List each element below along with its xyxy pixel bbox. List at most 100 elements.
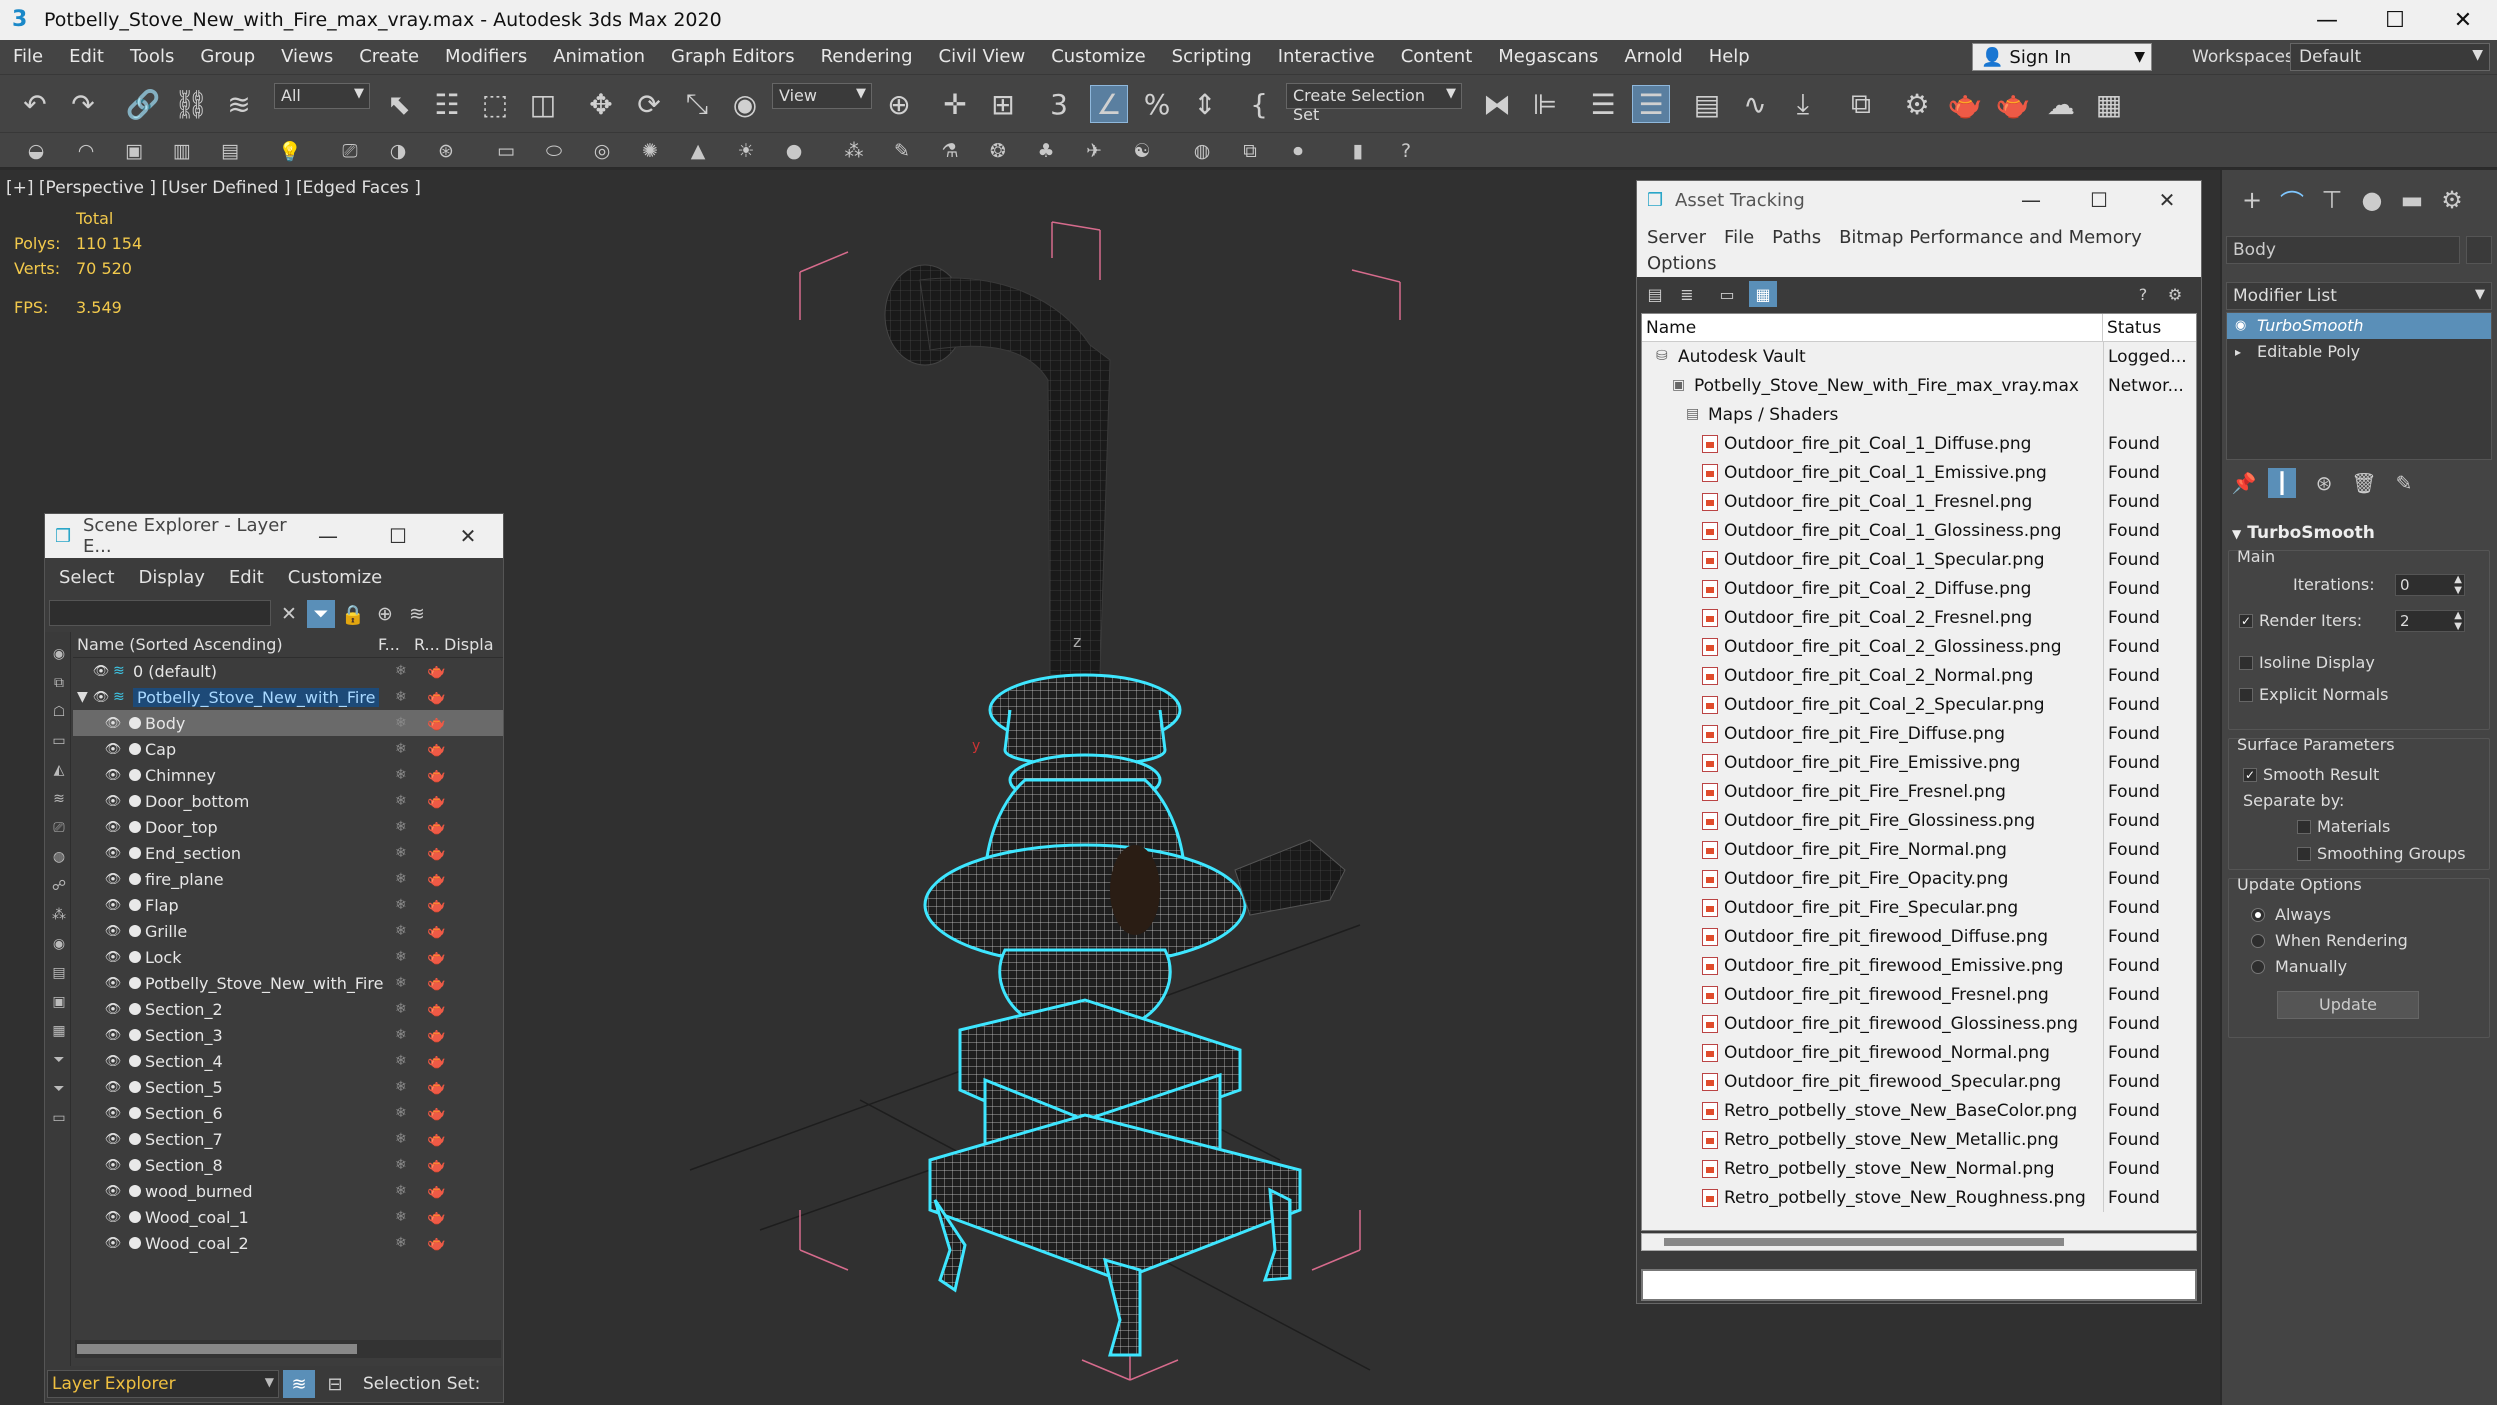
help-icon[interactable]: ? bbox=[2129, 281, 2157, 307]
object-row[interactable]: 👁 Chimney ❄ 🫖 bbox=[73, 762, 503, 788]
renderable-teapot-icon[interactable]: 🫖 bbox=[427, 1000, 446, 1018]
explicit-normals-checkbox[interactable] bbox=[2239, 688, 2253, 702]
object-name-field[interactable]: Body bbox=[2226, 236, 2460, 264]
asset-row[interactable]: Outdoor_fire_pit_Fire_Normal.png Found bbox=[1642, 835, 2196, 864]
scene-explorer-hscrollbar[interactable] bbox=[75, 1340, 501, 1358]
renderable-teapot-icon[interactable]: 🫖 bbox=[427, 896, 446, 914]
explorer-filter-icon[interactable]: ☍ bbox=[49, 876, 69, 896]
explorer-filter-icon[interactable]: ▭ bbox=[49, 731, 69, 751]
sign-in-dropdown[interactable]: 👤 Sign In ▼ bbox=[1972, 43, 2152, 71]
freeze-icon[interactable]: ❄ bbox=[395, 845, 407, 861]
menu-group[interactable]: Group bbox=[187, 40, 268, 74]
asset-row[interactable]: Outdoor_fire_pit_Coal_1_Fresnel.png Found bbox=[1642, 487, 2196, 516]
renderable-teapot-icon[interactable]: 🫖 bbox=[427, 870, 446, 888]
at-maximize-button[interactable]: ☐ bbox=[2065, 188, 2133, 212]
remove-modifier-icon[interactable]: 🗑 bbox=[2350, 468, 2378, 498]
menu-help[interactable]: Help bbox=[1696, 40, 1763, 74]
vray-plane-icon[interactable]: ▭ bbox=[492, 137, 520, 165]
box-shape-icon[interactable]: ▣ bbox=[120, 137, 148, 165]
explorer-filter-icon[interactable]: ◭ bbox=[49, 760, 69, 780]
explorer-filter-icon[interactable]: ⧉ bbox=[49, 673, 69, 693]
asset-row[interactable]: Outdoor_fire_pit_firewood_Fresnel.png Fou… bbox=[1642, 980, 2196, 1009]
asset-row[interactable]: Outdoor_fire_pit_Fire_Glossiness.png Foun… bbox=[1642, 806, 2196, 835]
layers-icon[interactable]: ≋ bbox=[403, 600, 431, 628]
freeze-icon[interactable]: ❄ bbox=[395, 1053, 407, 1069]
object-row[interactable]: 👁 Wood_coal_2 ❄ 🫖 bbox=[73, 1230, 503, 1256]
curve-editor-icon[interactable]: ∿ bbox=[1736, 85, 1774, 123]
object-row[interactable]: 👁 Door_top ❄ 🫖 bbox=[73, 814, 503, 840]
show-end-result-icon[interactable]: ┃ bbox=[2268, 468, 2296, 498]
selection-filter-select[interactable]: All ▼ bbox=[274, 83, 370, 109]
visibility-eye-icon[interactable]: 👁 bbox=[103, 1054, 123, 1069]
decal-icon[interactable]: ✈ bbox=[1080, 137, 1108, 165]
angle-snap-icon[interactable]: ∠ bbox=[1090, 85, 1128, 123]
visibility-eye-icon[interactable]: 👁 bbox=[91, 664, 111, 679]
object-row[interactable]: 👁 Flap ❄ 🫖 bbox=[73, 892, 503, 918]
stack-item-turbosmooth[interactable]: ◉ TurboSmooth bbox=[2227, 313, 2491, 339]
pin-stack-icon[interactable]: 📌 bbox=[2230, 468, 2258, 498]
menu-tools[interactable]: Tools bbox=[117, 40, 187, 74]
vray-sphere-icon[interactable]: ⬭ bbox=[540, 137, 568, 165]
renderable-teapot-icon[interactable]: 🫖 bbox=[427, 766, 446, 784]
frame-buffer-icon[interactable]: ⧉ bbox=[1236, 137, 1264, 165]
object-row[interactable]: 👁 fire_plane ❄ 🫖 bbox=[73, 866, 503, 892]
rendered-frame-window-icon[interactable]: 🫖 bbox=[1946, 85, 1984, 123]
at-menu-paths[interactable]: Paths bbox=[1772, 225, 1821, 251]
close-button[interactable]: ✕ bbox=[2429, 0, 2497, 40]
menu-content[interactable]: Content bbox=[1388, 40, 1486, 74]
explorer-filter-icon[interactable]: ◍ bbox=[49, 847, 69, 867]
toggle-scene-explorer-icon[interactable]: ☰ bbox=[1584, 85, 1622, 123]
visibility-eye-icon[interactable]: 👁 bbox=[103, 976, 123, 991]
visibility-eye-icon[interactable]: 👁 bbox=[103, 1106, 123, 1121]
asset-row[interactable]: Outdoor_fire_pit_Coal_1_Diffuse.png Found bbox=[1642, 429, 2196, 458]
renderable-teapot-icon[interactable]: 🫖 bbox=[427, 740, 446, 758]
at-minimize-button[interactable]: — bbox=[1997, 188, 2065, 212]
toggle-ribbon-icon[interactable]: ▤ bbox=[1688, 85, 1726, 123]
renderable-teapot-icon[interactable]: 🫖 bbox=[427, 922, 446, 940]
at-menu-server[interactable]: Server bbox=[1647, 225, 1706, 251]
render-iters-checkbox[interactable]: ✓ bbox=[2239, 614, 2253, 628]
freeze-icon[interactable]: ❄ bbox=[395, 1105, 407, 1121]
plane-shape-icon[interactable]: ▤ bbox=[216, 137, 244, 165]
select-manipulate-icon[interactable]: ✛ bbox=[936, 85, 974, 123]
freeze-icon[interactable]: ❄ bbox=[395, 949, 407, 965]
render-production-icon[interactable]: 🫖 bbox=[1994, 85, 2032, 123]
explorer-filter-icon[interactable]: ⏷ bbox=[49, 1050, 69, 1070]
visibility-eye-icon[interactable]: 👁 bbox=[103, 950, 123, 965]
se-minimize-button[interactable]: — bbox=[293, 524, 363, 548]
object-row[interactable]: 👁 Cap ❄ 🫖 bbox=[73, 736, 503, 762]
explorer-filter-icon[interactable]: ▣ bbox=[49, 992, 69, 1012]
rectangular-selection-icon[interactable]: ⬚ bbox=[476, 85, 514, 123]
reference-coordinate-select[interactable]: View ▼ bbox=[772, 83, 872, 109]
se-menu-select[interactable]: Select bbox=[59, 567, 115, 588]
create-tab-icon[interactable]: + bbox=[2236, 184, 2268, 216]
se-menu-display[interactable]: Display bbox=[139, 567, 205, 588]
asset-row[interactable]: Outdoor_fire_pit_Coal_2_Normal.png Found bbox=[1642, 661, 2196, 690]
visibility-eye-icon[interactable]: 👁 bbox=[103, 1236, 123, 1251]
at-menu-file[interactable]: File bbox=[1724, 225, 1754, 251]
script-icon[interactable]: ▮ bbox=[1344, 137, 1372, 165]
asset-row[interactable]: Retro_potbelly_stove_New_Roughness.png Fo… bbox=[1642, 1183, 2196, 1212]
menu-scripting[interactable]: Scripting bbox=[1159, 40, 1265, 74]
spinner-arrows-icon[interactable]: ▲ ▼ bbox=[2454, 610, 2462, 632]
smooth-result-checkbox[interactable]: ✓ bbox=[2243, 768, 2257, 782]
object-row[interactable]: 👁 Section_8 ❄ 🫖 bbox=[73, 1152, 503, 1178]
freeze-icon[interactable]: ❄ bbox=[395, 689, 407, 705]
col-status-header[interactable]: Status bbox=[2103, 318, 2161, 338]
proxy-icon[interactable]: ⊛ bbox=[432, 137, 460, 165]
menu-customize[interactable]: Customize bbox=[1038, 40, 1158, 74]
modifier-list-select[interactable]: Modifier List ▼ bbox=[2226, 282, 2492, 310]
visibility-eye-icon[interactable]: 👁 bbox=[103, 768, 123, 783]
hierarchy-tab-icon[interactable]: ⊤ bbox=[2316, 184, 2348, 216]
renderable-teapot-icon[interactable]: 🫖 bbox=[427, 1104, 446, 1122]
dome-icon[interactable]: ◑ bbox=[384, 137, 412, 165]
vray-sun-icon[interactable]: ▲ bbox=[684, 137, 712, 165]
asset-row[interactable]: ⛁ Autodesk Vault Logged... bbox=[1642, 342, 2196, 371]
update-always-radio[interactable] bbox=[2251, 908, 2265, 922]
layers-toggle-icon[interactable]: ≋ bbox=[283, 1370, 315, 1398]
iterations-spinner[interactable]: 0 ▲ ▼ bbox=[2395, 574, 2465, 596]
eye-icon[interactable]: ◉ bbox=[2235, 313, 2246, 339]
explorer-filter-icon[interactable]: ▭ bbox=[49, 1108, 69, 1128]
minimize-button[interactable]: — bbox=[2293, 0, 2361, 40]
col-name-header[interactable]: Name (Sorted Ascending) bbox=[73, 635, 378, 654]
